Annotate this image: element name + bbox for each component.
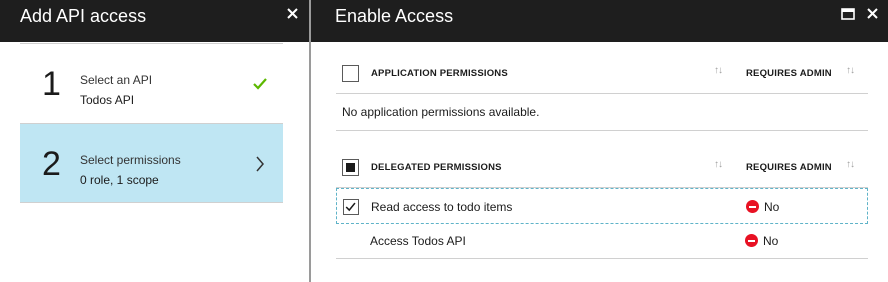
sort-icon[interactable]: ↑↓ bbox=[846, 159, 855, 170]
blade-header: Add API access bbox=[0, 0, 309, 42]
requires-admin-value: No bbox=[764, 200, 780, 214]
sort-icon[interactable]: ↑↓ bbox=[714, 65, 723, 76]
permission-name: Access Todos API bbox=[370, 234, 466, 248]
select-all-delegated-checkbox[interactable] bbox=[342, 159, 359, 176]
chevron-right-icon bbox=[256, 156, 264, 172]
empty-state-row: No application permissions available. bbox=[336, 94, 868, 131]
permission-checkbox[interactable] bbox=[343, 199, 359, 215]
blade-title: Add API access bbox=[20, 6, 147, 26]
close-icon[interactable] bbox=[284, 5, 302, 23]
no-entry-icon bbox=[746, 200, 759, 213]
step-select-permissions[interactable]: 2 Select permissions 0 role, 1 scope bbox=[20, 123, 283, 203]
blade-title: Enable Access bbox=[335, 6, 454, 26]
step-value: 0 role, 1 scope bbox=[80, 173, 159, 187]
add-api-access-blade: Add API access 1 Select an API Todos API… bbox=[0, 0, 309, 282]
column-header-permission[interactable]: APPLICATION PERMISSIONS bbox=[371, 68, 508, 79]
delegated-permissions-header: DELEGATED PERMISSIONS ↑↓ REQUIRES ADMIN … bbox=[336, 148, 868, 188]
maximize-icon[interactable] bbox=[841, 8, 855, 20]
step-label: Select permissions bbox=[80, 153, 181, 167]
column-header-permission[interactable]: DELEGATED PERMISSIONS bbox=[371, 162, 502, 173]
no-entry-icon bbox=[745, 234, 758, 247]
sort-icon[interactable]: ↑↓ bbox=[714, 159, 723, 170]
step-label: Select an API bbox=[80, 73, 153, 87]
select-all-application-checkbox[interactable] bbox=[342, 65, 359, 82]
empty-message: No application permissions available. bbox=[342, 105, 540, 119]
close-icon[interactable] bbox=[865, 6, 881, 22]
permission-name: Read access to todo items bbox=[371, 200, 513, 214]
step-select-api[interactable]: 1 Select an API Todos API bbox=[20, 43, 283, 123]
checkmark-icon bbox=[345, 202, 356, 212]
permission-row[interactable]: Access Todos API No bbox=[336, 223, 868, 259]
step-number: 1 bbox=[42, 65, 61, 103]
blade-header: Enable Access bbox=[311, 0, 888, 42]
application-permissions-header: APPLICATION PERMISSIONS ↑↓ REQUIRES ADMI… bbox=[336, 54, 868, 94]
sort-icon[interactable]: ↑↓ bbox=[846, 65, 855, 76]
permission-checkbox[interactable] bbox=[342, 233, 358, 249]
enable-access-blade: Enable Access APPLICATION PERMISSIONS ↑↓… bbox=[311, 0, 888, 282]
checkmark-icon bbox=[253, 78, 267, 90]
step-number: 2 bbox=[42, 145, 61, 183]
permission-row[interactable]: Read access to todo items No bbox=[336, 188, 868, 224]
column-header-requires-admin[interactable]: REQUIRES ADMIN bbox=[746, 68, 832, 79]
step-value: Todos API bbox=[80, 93, 135, 107]
column-header-requires-admin[interactable]: REQUIRES ADMIN bbox=[746, 162, 832, 173]
requires-admin-value: No bbox=[763, 234, 779, 248]
